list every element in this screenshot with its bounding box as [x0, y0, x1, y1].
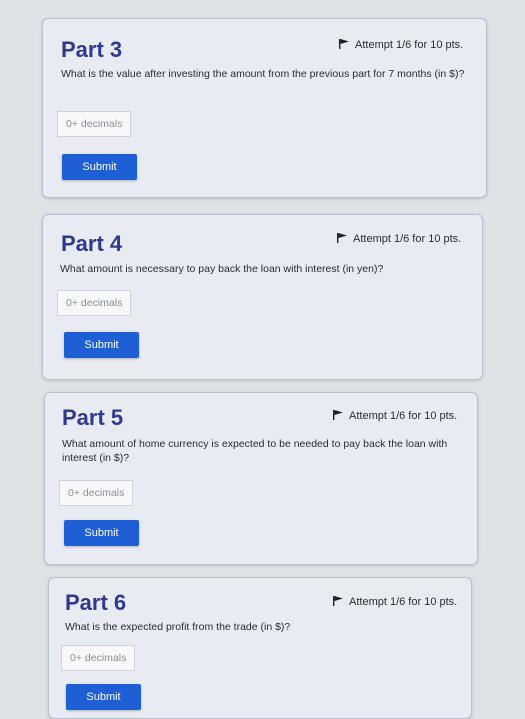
question-text: What is the value after investing the am…: [61, 68, 465, 80]
submit-button[interactable]: Submit: [62, 154, 137, 180]
attempt-label: Attempt 1/6 for 10 pts.: [349, 596, 458, 608]
part-5-card: Part 5 Attempt 1/6 for 10 pts. What amou…: [44, 392, 478, 565]
answer-input[interactable]: 0+ decimals: [61, 645, 135, 671]
question-text: What amount of home currency is expected…: [62, 438, 448, 464]
attempt-label: Attempt 1/6 for 10 pts.: [349, 410, 458, 422]
part-title: Part 5: [62, 405, 124, 430]
answer-input[interactable]: 0+ decimals: [57, 290, 131, 316]
attempt-status: Attempt 1/6 for 10 pts.: [337, 233, 461, 245]
part-6-card: Part 6 Attempt 1/6 for 10 pts. What is t…: [48, 577, 472, 719]
submit-button[interactable]: Submit: [64, 332, 139, 358]
part-title: Part 4: [61, 231, 123, 256]
submit-button[interactable]: Submit: [66, 684, 141, 710]
attempt-status: Attempt 1/6 for 10 pts.: [339, 39, 463, 51]
part-title: Part 6: [65, 590, 127, 615]
question-text: What amount is necessary to pay back the…: [60, 263, 384, 275]
part-3-card: Part 3 Attempt 1/6 for 10 pts. What is t…: [42, 18, 487, 198]
question-text: What is the expected profit from the tra…: [65, 621, 291, 633]
attempt-status: Attempt 1/6 for 10 pts.: [333, 410, 457, 422]
attempt-label: Attempt 1/6 for 10 pts.: [353, 233, 462, 245]
attempt-label: Attempt 1/6 for 10 pts.: [355, 39, 464, 51]
answer-input[interactable]: 0+ decimals: [57, 111, 131, 137]
submit-button[interactable]: Submit: [64, 520, 139, 546]
attempt-status: Attempt 1/6 for 10 pts.: [333, 596, 457, 608]
part-4-card: Part 4 Attempt 1/6 for 10 pts. What amou…: [42, 214, 483, 380]
flag-icon: [333, 596, 343, 606]
part-title: Part 3: [61, 37, 123, 62]
answer-input[interactable]: 0+ decimals: [59, 480, 133, 506]
flag-icon: [339, 39, 349, 49]
flag-icon: [337, 233, 347, 243]
flag-icon: [333, 410, 343, 420]
